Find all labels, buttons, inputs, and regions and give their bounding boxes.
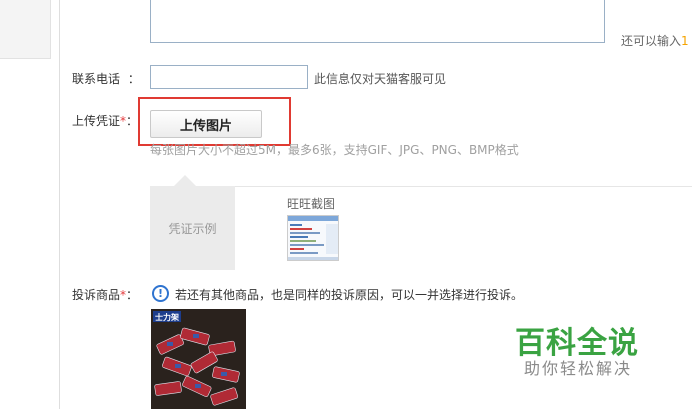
- product-label-group: 投诉商品*：: [72, 286, 138, 303]
- remaining-chars-hint: 还可以输入1: [621, 32, 689, 49]
- phone-privacy-hint: 此信息仅对天猫客服可见: [314, 72, 447, 86]
- remaining-chars-label: 还可以输入: [621, 34, 682, 48]
- product-colon: ：: [126, 288, 139, 302]
- screenshot-thumbnail-icon: [288, 216, 338, 260]
- phone-label: 联系电话: [72, 72, 121, 86]
- highlight-annotation-box: [138, 97, 291, 146]
- sample-pointer-arrow: [174, 175, 196, 186]
- upload-label-group: 上传凭证*：: [72, 112, 138, 129]
- product-label: 投诉商品: [72, 288, 121, 302]
- phone-label-group: 联系电话 ：: [72, 70, 140, 87]
- sample-tab: 凭证示例: [150, 186, 235, 270]
- upload-colon: ：: [126, 114, 139, 128]
- left-sidebar-panel: [0, 0, 51, 59]
- wangwang-screenshot-thumbnail[interactable]: [287, 215, 339, 261]
- upload-requirements-hint: 每张图片大小不超过5M，最多6张，支持GIF、JPG、PNG、BMP格式: [150, 143, 519, 157]
- watermark-subtitle: 助你轻松解决: [524, 359, 633, 378]
- complaint-description-textarea[interactable]: [150, 0, 605, 43]
- upload-label: 上传凭证: [72, 114, 121, 128]
- remaining-chars-count: 1: [681, 34, 689, 48]
- sample-image-title: 旺旺截图: [287, 197, 336, 211]
- info-icon: !: [152, 285, 169, 302]
- multi-product-tip: 若还有其他商品，也是同样的投诉原因，可以一并选择进行投诉。: [175, 288, 524, 302]
- column-divider: [59, 0, 60, 409]
- snickers-product-image: 士力架: [151, 309, 246, 409]
- brand-logo-text: 士力架: [155, 312, 179, 322]
- phone-colon: ：: [127, 72, 140, 86]
- phone-input[interactable]: [150, 65, 308, 89]
- product-thumbnail[interactable]: 士力架: [151, 309, 246, 409]
